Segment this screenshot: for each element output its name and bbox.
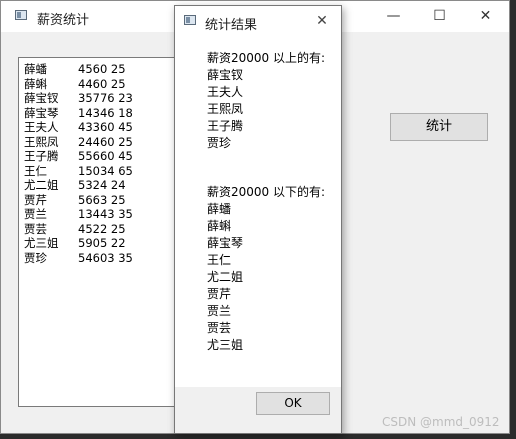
dialog-close-button[interactable]: ✕ [302, 6, 342, 37]
above-name: 王子腾 [207, 119, 244, 133]
employee-name: 王熙凤 [24, 134, 59, 149]
maximize-button[interactable]: ☐ [417, 1, 462, 32]
stats-button[interactable]: 统计 [390, 113, 488, 141]
employee-values: 5324 24 [78, 178, 126, 192]
below-name: 薛蟠 [207, 202, 232, 216]
employee-name: 尤二姐 [24, 178, 59, 192]
above-name: 王熙凤 [207, 102, 244, 116]
employee-values: 35776 23 [78, 91, 133, 105]
below-name: 薛蝌 [207, 219, 232, 233]
dialog-titlebar[interactable]: 统计结果 ✕ [175, 6, 341, 36]
watermark: CSDN @mmd_0912 [382, 415, 500, 429]
ok-button[interactable]: OK [256, 392, 330, 415]
employee-values: 55660 45 [78, 149, 133, 163]
employee-name: 薛蝌 [24, 76, 47, 91]
below-name: 尤三姐 [207, 338, 244, 352]
below-name: 尤二姐 [207, 270, 244, 284]
dialog-icon [184, 15, 196, 25]
employee-name: 王夫人 [24, 120, 59, 134]
employee-name: 王仁 [24, 163, 47, 178]
above-name: 薛宝钗 [207, 68, 244, 82]
below-heading: 薪资20000 以下的有: [207, 185, 326, 199]
employee-values: 4522 25 [78, 221, 126, 236]
close-button[interactable]: ✕ [463, 1, 508, 32]
main-window-title: 薪资统计 [37, 13, 90, 28]
employee-name: 王子腾 [24, 149, 59, 163]
employee-values: 15034 65 [78, 163, 133, 178]
employee-values: 14346 18 [78, 105, 133, 120]
app-icon [15, 10, 27, 20]
employee-values: 5663 25 [78, 192, 126, 207]
employee-name: 薛宝钗 [24, 91, 59, 105]
below-name: 薛宝琴 [207, 236, 244, 250]
employee-values: 13443 35 [78, 207, 133, 221]
employee-values: 54603 35 [78, 250, 133, 265]
employee-name: 尤三姐 [24, 236, 59, 250]
employee-name: 贾兰 [24, 207, 47, 221]
employee-values: 5905 22 [78, 236, 126, 250]
employee-name: 贾芸 [24, 221, 47, 236]
employee-name: 薛宝琴 [24, 105, 59, 120]
employee-name: 贾芹 [24, 192, 47, 207]
result-dialog: 统计结果 ✕ 薪资20000 以上的有: 薛宝钗 王夫人 王熙凤 王子腾 贾珍 薪资2000… [174, 5, 342, 434]
employee-values: 4560 25 [78, 62, 126, 76]
employee-name: 薛蟠 [24, 62, 47, 76]
above-heading: 薪资20000 以上的有: [207, 51, 326, 65]
employee-name: 贾珍 [24, 250, 47, 265]
above-name: 贾珍 [207, 136, 232, 150]
employee-values: 4460 25 [78, 76, 126, 91]
below-name: 王仁 [207, 253, 232, 267]
below-name: 贾芹 [207, 287, 232, 301]
dialog-title: 统计结果 [205, 18, 258, 33]
below-name: 贾兰 [207, 304, 232, 318]
dialog-body: 薪资20000 以上的有: 薛宝钗王夫人王熙凤王子腾贾珍薪资20000 以下的有:… [175, 36, 341, 387]
above-name: 王夫人 [207, 85, 244, 99]
employee-values: 24460 25 [78, 134, 133, 149]
below-name: 贾芸 [207, 321, 232, 335]
employee-values: 43360 45 [78, 120, 133, 134]
employee-list[interactable]: 薛蟠 4560 25 薛蝌 4460 25 薛宝钗 35776 23 薛宝琴 14346 18… [18, 57, 183, 407]
minimize-button[interactable]: — [371, 1, 416, 32]
